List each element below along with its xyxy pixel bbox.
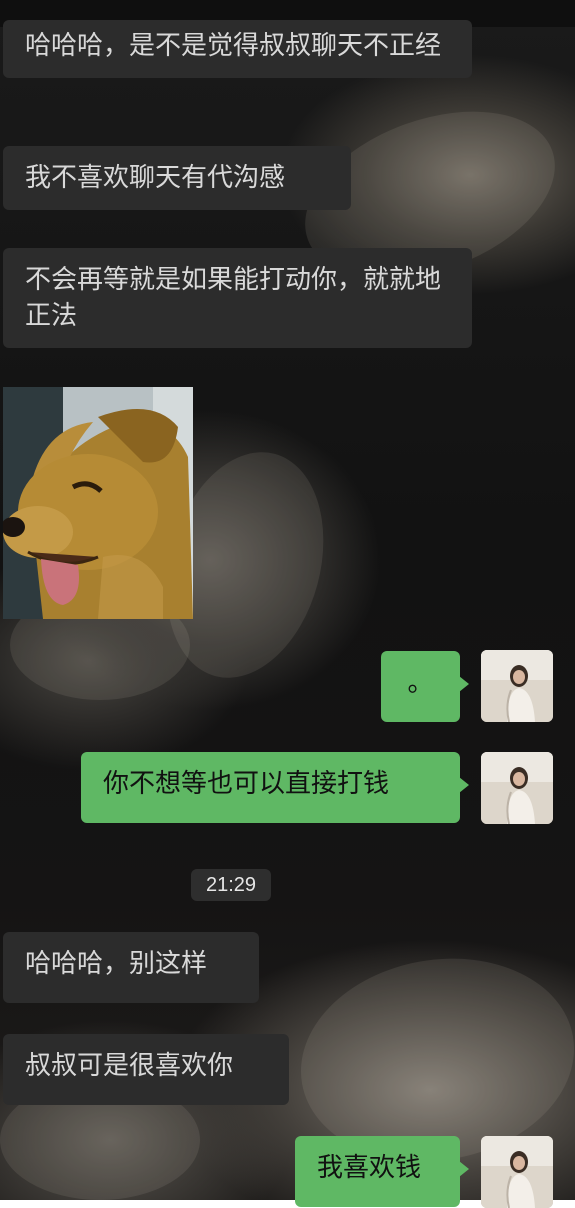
message-bubble-incoming[interactable]: 我不喜欢聊天有代沟感 [3, 146, 351, 210]
message-bubble-outgoing[interactable]: 你不想等也可以直接打钱 [81, 752, 469, 823]
message-bubble-outgoing[interactable]: 。 [381, 651, 469, 722]
message-bubble-incoming[interactable]: 哈哈哈，别这样 [3, 932, 259, 1003]
avatar[interactable] [481, 650, 553, 722]
dog-sticker[interactable] [3, 387, 193, 619]
message-bubble-incoming[interactable]: 哈哈哈，是不是觉得叔叔聊天不正经 [3, 20, 472, 78]
avatar[interactable] [481, 1136, 553, 1208]
avatar-photo-icon [481, 1136, 553, 1208]
avatar-photo-icon [481, 650, 553, 722]
timestamp-divider: 21:29 [191, 869, 271, 901]
message-bubble-outgoing[interactable]: 我喜欢钱 [295, 1136, 469, 1207]
avatar-photo-icon [481, 752, 553, 824]
dog-sticker-icon [3, 387, 193, 619]
avatar[interactable] [481, 752, 553, 824]
message-bubble-incoming[interactable]: 叔叔可是很喜欢你 [3, 1034, 289, 1105]
message-bubble-incoming[interactable]: 不会再等就是如果能打动你，就就地正法 [3, 248, 472, 348]
